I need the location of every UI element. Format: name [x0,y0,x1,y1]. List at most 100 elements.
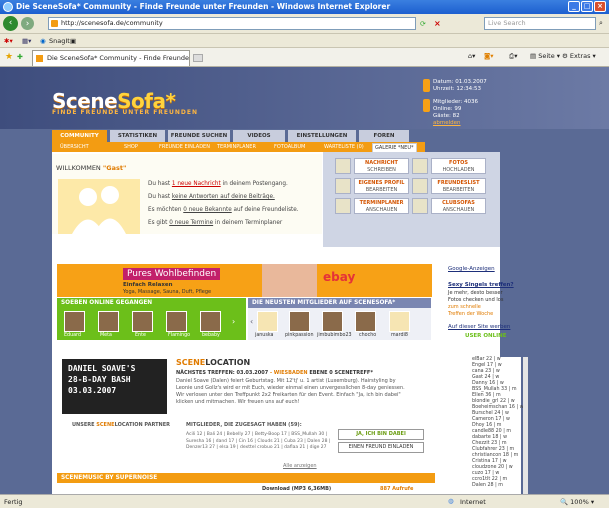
show-all-link[interactable]: Alle anzeigen [283,463,317,469]
user-name[interactable]: Flamingo [168,333,190,338]
user-thumb[interactable] [64,311,85,332]
user-thumb[interactable] [200,311,221,332]
next-arrow-icon[interactable]: › [232,317,235,326]
advertise-link[interactable]: Auf dieser Site werben [448,324,510,330]
list-item[interactable]: cuzo 17 | w [472,471,499,476]
subnav-shop[interactable]: SHOP [124,142,138,152]
tab-statistiken[interactable]: STATISTIKEN [110,130,165,142]
new-tab-icon[interactable] [193,54,203,62]
list-item[interactable]: candle88 20 | m [472,429,511,434]
edit-friendlist-button[interactable]: FREUNDESLIST BEARBEITEN [431,178,486,194]
print-icon[interactable]: ⎙▾ [509,52,517,61]
upload-photos-button[interactable]: FOTOS HOCHLADEN [431,158,486,174]
confirmed-members-list[interactable]: Acili 12 | Bali 24 | Bebelly 27 | Betty-… [186,432,336,452]
view-planner-button[interactable]: TERMINPLANER ANSCHAUEN [354,198,409,214]
back-icon[interactable]: ‹ [3,16,18,31]
logout-link[interactable]: abmelden [433,120,503,127]
snagit-icon[interactable]: ◉ [40,37,46,45]
list-item[interactable]: cana 23 | w [472,369,500,374]
list-item[interactable]: Cristina 17 | w [472,459,507,464]
list-item[interactable]: dabarte 18 | w [472,435,507,440]
home-icon[interactable]: ⌂▾ [468,52,475,60]
list-item[interactable]: Cameron 17 | w [472,417,510,422]
user-thumb[interactable] [322,311,343,332]
user-name[interactable]: Eduard [64,333,81,338]
download-link[interactable]: Download (MP3 6,36MB) [262,486,331,492]
sexy-singles-link[interactable]: Sexy Singels treffen? [448,282,514,288]
zoom-control[interactable]: 🔍 100% ▾ [560,498,594,506]
subnav-uebersicht[interactable]: ÜBERSICHT [60,142,89,152]
search-input[interactable]: Live Search [484,17,596,30]
tab-scenesofa[interactable]: Die SceneSofa* Community - Finde Freunde… [32,50,190,66]
list-item[interactable]: elBar 22 | w [472,357,501,362]
list-item[interactable]: Chezzit 23 | m [472,441,507,446]
subnav-terminplaner[interactable]: TERMINPLANER [217,142,256,152]
user-thumb[interactable] [166,311,187,332]
user-thumb[interactable] [389,311,410,332]
tab-community[interactable]: COMMUNITY [52,130,107,142]
list-item[interactable]: Ellen 36 | m [472,393,501,398]
user-thumb[interactable] [257,311,278,332]
feeds-icon[interactable]: ◙▾ [484,52,494,60]
invite-friend-button[interactable]: EINEN FREUND EINLADEN [338,442,424,453]
list-item[interactable]: Clubfahrer 23 | m [472,447,514,452]
maximize-button[interactable]: □ [581,1,593,12]
prev-arrow-icon[interactable]: ‹ [250,317,253,326]
send-message-button[interactable]: NACHRICHT SCHREIBEN [354,158,409,174]
snagit-menu-icon[interactable]: ▣ [70,37,76,45]
user-thumb[interactable] [132,311,153,332]
toolbar-icon[interactable]: ✱▾ [4,37,13,45]
user-thumb[interactable] [289,311,310,332]
list-item[interactable]: Dhoy 16 | m [472,423,501,428]
refresh-icon[interactable]: ⟳ [420,20,426,28]
user-name[interactable]: januska [255,333,274,338]
tab-freunde-suchen[interactable]: FREUNDE SUCHEN [168,130,230,142]
list-item[interactable]: christiancon 18 | m [472,453,518,458]
user-name[interactable]: Ente [135,333,146,338]
favorites-star-icon[interactable]: ★ [5,52,13,62]
attend-button[interactable]: JA, ICH BIN DABEI [338,429,424,440]
snagit-button[interactable]: SnagIt [49,37,70,45]
list-item[interactable]: Burschel 24 | w [472,411,509,416]
list-item[interactable]: cloudzone 20 | w [472,465,513,470]
stop-icon[interactable]: × [434,19,441,28]
user-name[interactable]: Meta [100,333,112,338]
new-message-link[interactable]: 1 neue Nachricht [172,181,221,187]
minimize-button[interactable]: _ [568,1,580,12]
tools-menu[interactable]: ⚙ Extras ▾ [562,52,596,60]
subnav-freunde-einladen[interactable]: FREUNDE EINLADEN [159,142,210,152]
party-banner[interactable]: DANIEL SOAVE'S 28-B-DAY BASH 03.03.2007 [62,359,167,414]
page-menu[interactable]: ▤ Seite ▾ [530,52,560,60]
list-item[interactable]: BSS_Mullah 33 | m [472,387,517,392]
user-name[interactable]: mardi8 [391,333,408,338]
list-item[interactable]: blondie_grl 22 | w [472,399,515,404]
replies-link[interactable]: keine Antworten auf deine Beiträge. [172,194,275,200]
userlist-scrollbar[interactable] [523,357,528,494]
tab-einstellungen[interactable]: EINSTELLUNGEN [288,130,356,142]
subnav-fotoalbum[interactable]: FOTOALBUM [274,142,305,152]
user-thumb[interactable] [355,311,376,332]
list-item[interactable]: Engel 17 | w [472,363,502,368]
user-name[interactable]: jimbubimbo23 [317,333,352,338]
user-name[interactable]: bebaby [202,333,220,338]
user-name[interactable]: chocho [359,333,376,338]
list-item[interactable]: Boeheimschan 16 | w [472,405,524,410]
subnav-warteliste[interactable]: WARTELISTE (0) [324,142,364,152]
toolbar-icon[interactable]: ▦▾ [22,37,31,45]
google-ads-label[interactable]: Google-Anzeigen [448,266,495,272]
list-item[interactable]: ccro1tlt 22 | m [472,477,507,482]
list-item[interactable]: Gast 24 | w [472,375,499,380]
search-icon[interactable]: ⌕ [599,19,603,28]
edit-profile-button[interactable]: EIGENES PROFIL BEARBEITEN [354,178,409,194]
list-item[interactable]: Danny 16 | w [472,381,504,386]
user-thumb[interactable] [98,311,119,332]
tab-videos[interactable]: VIDEOS [233,130,285,142]
add-favorites-icon[interactable]: ✚ [17,53,23,61]
url-input[interactable]: http://scenesofa.de/community [48,17,416,30]
new-friends-link[interactable]: 0 neue Bekannte [183,207,231,213]
ad-banner[interactable]: Pures Wohlbefinden Einfach Relaxen Yoga,… [57,264,432,297]
close-button[interactable]: × [594,1,606,12]
user-name[interactable]: pinkpassion [285,333,314,338]
tab-foren[interactable]: FOREN [359,130,409,142]
forward-icon[interactable]: › [21,17,34,30]
